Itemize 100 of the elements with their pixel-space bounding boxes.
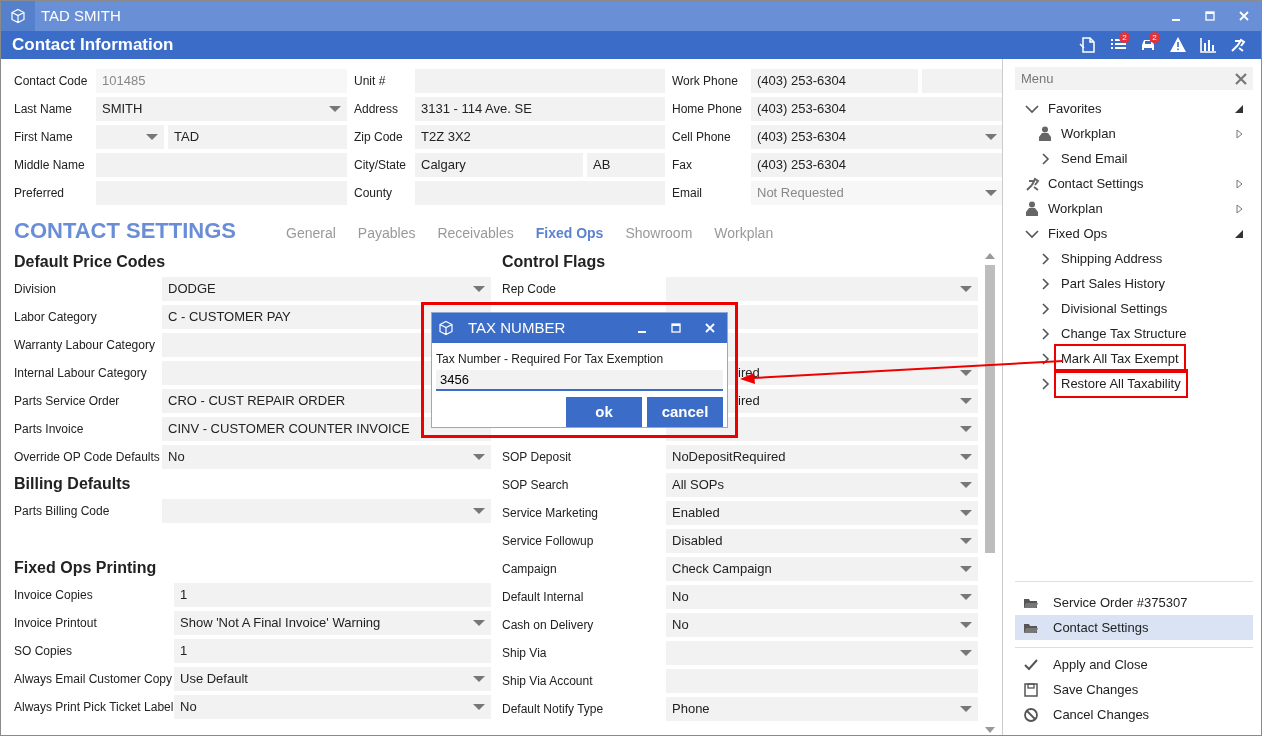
caret-icon — [473, 676, 485, 682]
menu-item[interactable]: Fixed Ops — [1045, 222, 1111, 245]
scrollbar-thumb[interactable] — [985, 265, 995, 553]
field-label: Service Marketing — [502, 505, 600, 522]
caret-icon — [473, 620, 485, 626]
text-field[interactable]: T2Z 3X2 — [415, 125, 665, 149]
caret-icon — [960, 650, 972, 656]
dropdown-field[interactable]: No — [666, 613, 978, 637]
dropdown-field[interactable] — [96, 125, 164, 149]
field-label: Invoice Printout — [14, 615, 98, 632]
caret-icon — [146, 134, 158, 140]
dropdown-field[interactable]: No — [162, 445, 491, 469]
action-item[interactable]: Save Changes — [1015, 677, 1253, 702]
text-field[interactable]: 1 — [174, 583, 491, 607]
menu-item[interactable]: Divisional Settings — [1058, 297, 1171, 320]
section-heading: Fixed Ops Printing — [14, 558, 158, 578]
dropdown-field[interactable]: SMITH — [96, 97, 347, 121]
maximize-icon — [670, 322, 682, 334]
caret-icon — [960, 622, 972, 628]
text-field[interactable]: 1 — [174, 639, 491, 663]
field-label: Ship Via Account — [502, 673, 594, 690]
dropdown-field[interactable]: No — [174, 695, 491, 719]
app-icon — [438, 320, 454, 336]
toolbar-button[interactable]: 2 — [1103, 32, 1133, 58]
caret-icon — [960, 370, 972, 376]
field-label: Cell Phone — [672, 129, 732, 146]
dropdown-field[interactable]: (403) 253-6304 — [751, 125, 1002, 149]
text-field[interactable]: AB — [587, 153, 665, 177]
field-label: Override OP Code Defaults — [14, 449, 161, 466]
text-field[interactable]: (403) 253-6304 — [751, 97, 1002, 121]
caret-icon — [960, 426, 972, 432]
no-sign-icon — [1023, 706, 1039, 723]
field-label: Labor Category — [14, 309, 98, 326]
menu-item[interactable]: Workplan — [1045, 197, 1106, 220]
text-field[interactable]: (403) 253-6304 — [751, 153, 1002, 177]
corner-triangle-icon — [1235, 229, 1243, 238]
field-label: Parts Invoice — [14, 421, 85, 438]
dropdown-field[interactable]: Enabled — [666, 501, 978, 525]
dropdown-field[interactable]: Disabled — [666, 529, 978, 553]
chevron-right-icon — [1040, 351, 1050, 366]
tax-number-input[interactable]: 3456 — [436, 370, 723, 391]
text-field[interactable]: (403) 253-6304 — [751, 69, 918, 93]
minimize-icon — [638, 331, 646, 333]
tool-icon — [1024, 175, 1040, 192]
menu-item[interactable]: Shipping Address — [1058, 247, 1166, 270]
caret-icon — [473, 508, 485, 514]
dropdown-field[interactable]: NoDepositRequired — [666, 445, 978, 469]
person-icon — [1025, 200, 1039, 217]
menu-item[interactable]: Change Tax Structure — [1058, 322, 1190, 345]
action-item[interactable]: Cancel Changes — [1015, 702, 1253, 727]
tab[interactable]: Fixed Ops — [535, 222, 604, 244]
dropdown-field[interactable]: DODGE — [162, 277, 491, 301]
dialog-button[interactable]: cancel — [647, 397, 723, 427]
caret-icon — [985, 134, 997, 140]
document-icon — [1078, 35, 1098, 55]
notification-badge: 2 — [1149, 32, 1160, 43]
menu-item[interactable]: Favorites — [1045, 97, 1105, 120]
field-label: SO Copies — [14, 643, 74, 660]
toolbar-button[interactable]: 2 — [1133, 32, 1163, 58]
field-label: Fax — [672, 157, 693, 174]
text-field[interactable]: 3131 - 114 Ave. SE — [415, 97, 665, 121]
field-label: SOP Search — [502, 477, 570, 494]
menu-item[interactable]: Part Sales History — [1058, 272, 1169, 295]
text-field[interactable]: TAD — [168, 125, 347, 149]
menu-item[interactable]: Contact Settings — [1045, 172, 1147, 195]
window-list-item[interactable]: Service Order #375307 — [1015, 590, 1253, 615]
field-label: Zip Code — [354, 129, 404, 146]
menu-item[interactable]: Workplan — [1058, 122, 1119, 145]
caret-icon — [473, 286, 485, 292]
dropdown-field[interactable]: All SOPs — [666, 473, 978, 497]
dropdown-field[interactable]: Phone — [666, 697, 978, 721]
field-label: Division — [14, 281, 57, 298]
page-title: Contact Information — [12, 34, 175, 57]
dropdown-field[interactable] — [162, 499, 491, 523]
field-label: Service Followup — [502, 533, 595, 550]
action-item[interactable]: Apply and Close — [1015, 652, 1253, 677]
close-button[interactable] — [1235, 72, 1247, 85]
menu-item[interactable]: Send Email — [1058, 147, 1131, 170]
text-field[interactable]: Calgary — [415, 153, 583, 177]
dropdown-field[interactable] — [666, 641, 978, 665]
field-label: First Name — [14, 129, 74, 146]
corner-triangle-icon — [1235, 104, 1243, 113]
dropdown-field[interactable] — [666, 277, 978, 301]
triangle-right-icon — [1236, 178, 1243, 189]
dropdown-field[interactable]: Show 'Not A Final Invoice' Warning — [174, 611, 491, 635]
dropdown-field[interactable]: No — [666, 585, 978, 609]
field-label: Home Phone — [672, 101, 744, 118]
app-icon — [1, 1, 35, 31]
dropdown-field[interactable]: Check Campaign — [666, 557, 978, 581]
dropdown-field[interactable]: Use Default — [174, 667, 491, 691]
field-label: Preferred — [14, 185, 66, 202]
field-label: Internal Labour Category — [14, 365, 148, 382]
field-label: Invoice Copies — [14, 587, 94, 604]
field-label: Always Email Customer Copy — [14, 671, 174, 688]
field-label: Rep Code — [502, 281, 558, 298]
section-heading: Default Price Codes — [14, 252, 167, 272]
dialog-button[interactable]: ok — [566, 397, 642, 427]
text-field[interactable] — [922, 69, 1002, 93]
window-list-item[interactable]: Contact Settings — [1015, 615, 1253, 640]
close-icon — [1238, 10, 1250, 22]
